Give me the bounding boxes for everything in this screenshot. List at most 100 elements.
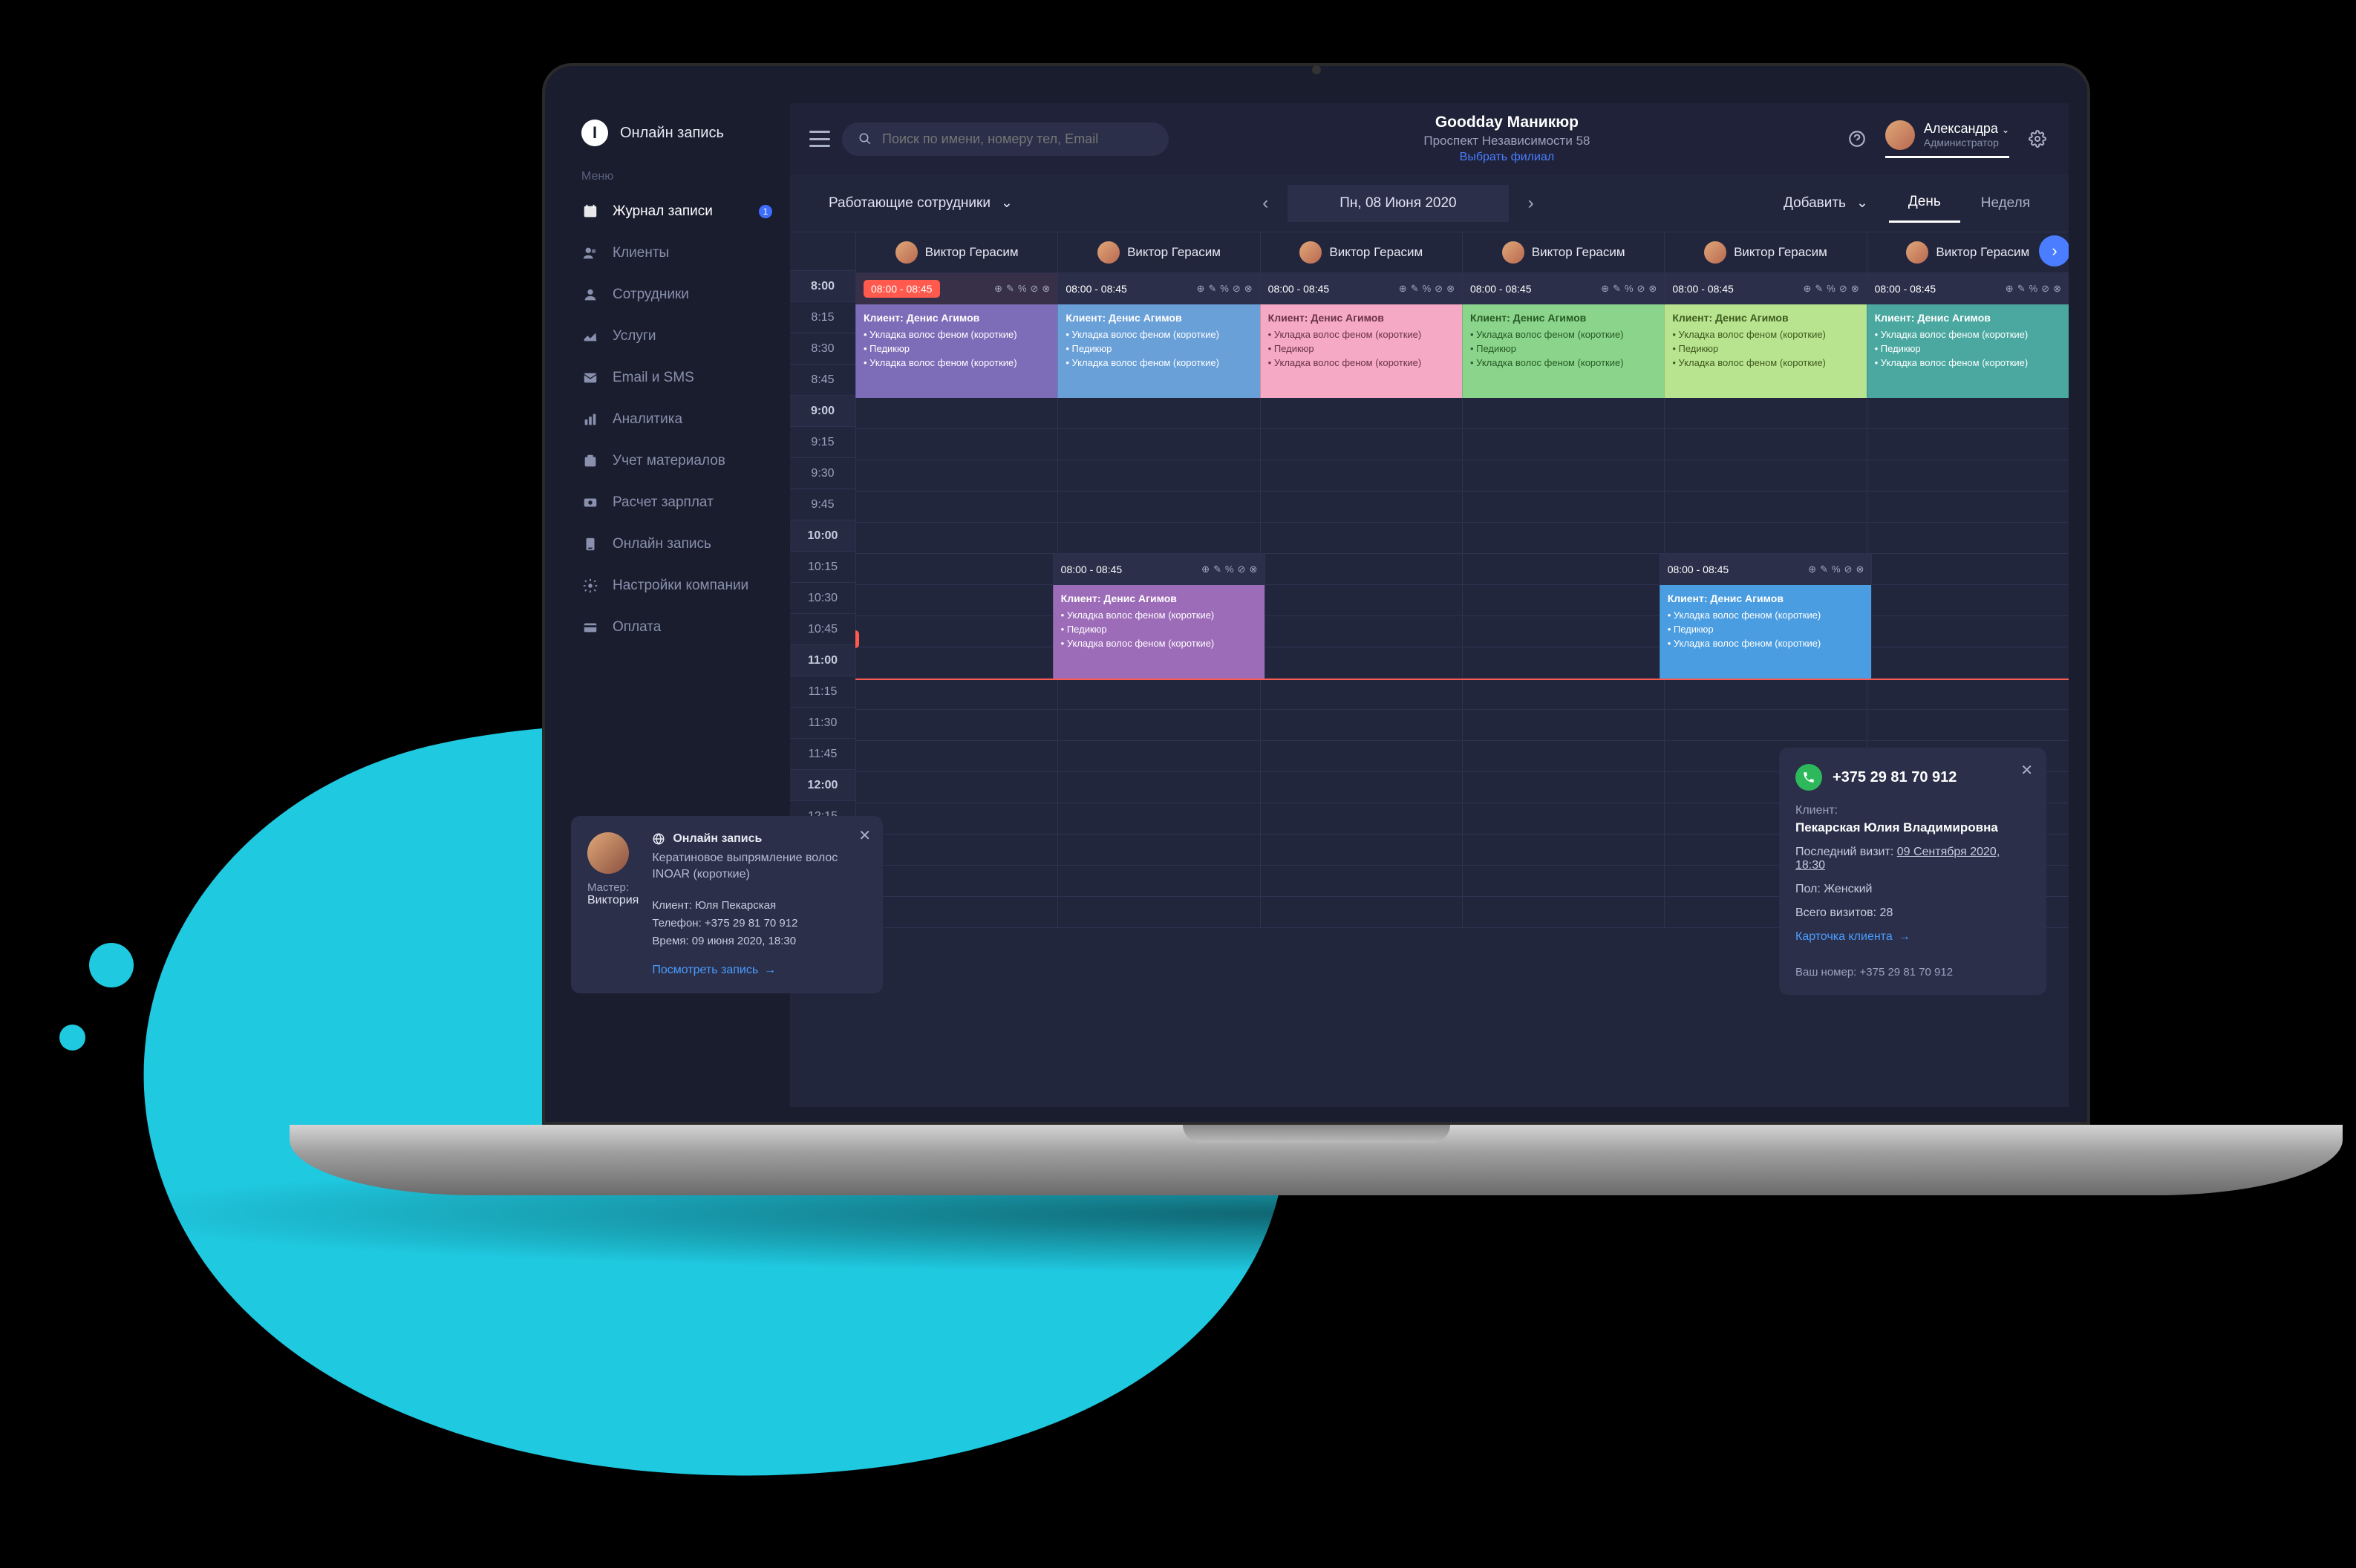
calendar-cell[interactable] — [855, 429, 1057, 460]
calendar-cell[interactable] — [1867, 398, 2069, 429]
search-box[interactable] — [842, 122, 1169, 156]
calendar-cell[interactable] — [855, 803, 1057, 834]
appointment-card[interactable]: Клиент: Денис Агимов• Укладка волос фено… — [1260, 304, 1462, 398]
user-menu[interactable]: Александра ⌄ Администратор — [1885, 120, 2009, 158]
appointment-time-header[interactable]: 08:00 - 08:45⊕✎%⊘⊗ — [1660, 554, 1872, 585]
appointment-card[interactable]: Клиент: Денис Агимов• Укладка волос фено… — [1462, 304, 1664, 398]
calendar-cell[interactable] — [1867, 460, 2069, 491]
calendar-cell[interactable] — [1462, 897, 1664, 928]
sidebar-item-analytics[interactable]: Аналитика — [564, 399, 790, 440]
calendar-cell[interactable] — [1057, 803, 1259, 834]
calendar-cell[interactable] — [1260, 897, 1462, 928]
calendar-cell[interactable] — [1260, 491, 1462, 523]
calendar-cell[interactable] — [1057, 866, 1259, 897]
calendar-cell[interactable] — [1462, 866, 1664, 897]
calendar-cell[interactable] — [1664, 710, 1866, 741]
calendar-cell[interactable] — [1664, 460, 1866, 491]
calendar-cell[interactable] — [1057, 897, 1259, 928]
sidebar-item-journal[interactable]: Журнал записи 1 — [564, 191, 790, 232]
calendar-cell[interactable] — [1867, 679, 2069, 710]
add-dropdown[interactable]: Добавить ⌄ — [1764, 186, 1887, 220]
staff-column-header[interactable]: Виктор Герасим — [1057, 232, 1259, 272]
appointment-card[interactable]: Клиент: Денис Агимов• Укладка волос фено… — [855, 304, 1057, 398]
appointment-time-header[interactable]: 08:00 - 08:45⊕✎%⊘⊗ — [855, 273, 1057, 304]
calendar-cell[interactable] — [1664, 398, 1866, 429]
calendar-cell[interactable] — [1057, 679, 1259, 710]
calendar-cell[interactable] — [1462, 834, 1664, 866]
staff-column-header[interactable]: Виктор Герасим — [1664, 232, 1866, 272]
calendar-cell[interactable] — [1260, 834, 1462, 866]
calendar-cell[interactable] — [1057, 429, 1259, 460]
client-card-link[interactable]: Карточка клиента→ — [1795, 930, 2030, 944]
appointment-card[interactable]: Клиент: Денис Агимов• Укладка волос фено… — [1664, 304, 1866, 398]
calendar-cell[interactable] — [1462, 585, 1660, 679]
staff-column-header[interactable]: Виктор Герасим — [1462, 232, 1664, 272]
calendar-cell[interactable] — [855, 585, 1053, 679]
calendar-cell[interactable] — [1057, 834, 1259, 866]
calendar-cell[interactable] — [1867, 429, 2069, 460]
appointment-card[interactable]: Клиент: Денис Агимов• Укладка волос фено… — [1053, 585, 1265, 679]
hamburger-menu[interactable] — [809, 131, 830, 147]
next-day-button[interactable]: › — [1509, 185, 1553, 222]
calendar-cell[interactable] — [855, 710, 1057, 741]
calendar-cell[interactable] — [1057, 491, 1259, 523]
calendar-cell[interactable] — [1057, 741, 1259, 772]
calendar-cell[interactable] — [1265, 554, 1462, 585]
appointment-time-header[interactable]: 08:00 - 08:45⊕✎%⊘⊗ — [1260, 273, 1462, 304]
calendar-cell[interactable] — [1260, 679, 1462, 710]
sidebar-item-salary[interactable]: Расчет зарплат — [564, 482, 790, 523]
calendar-cell[interactable] — [855, 741, 1057, 772]
calendar-cell[interactable] — [1260, 460, 1462, 491]
calendar-cell[interactable] — [1057, 460, 1259, 491]
calendar-cell[interactable] — [1057, 398, 1259, 429]
calendar-cell[interactable] — [1664, 679, 1866, 710]
staff-filter-dropdown[interactable]: Работающие сотрудники ⌄ — [809, 186, 1032, 220]
calendar-cell[interactable] — [1260, 803, 1462, 834]
calendar-cell[interactable] — [855, 679, 1057, 710]
help-icon[interactable] — [1845, 127, 1869, 151]
calendar-cell[interactable] — [1462, 803, 1664, 834]
gear-icon[interactable] — [2026, 127, 2049, 151]
view-appointment-link[interactable]: Посмотреть запись→ — [790, 964, 867, 977]
calendar-cell[interactable] — [855, 523, 1057, 554]
calendar-cell[interactable] — [1260, 866, 1462, 897]
calendar-cell[interactable] — [1462, 772, 1664, 803]
calendar-cell[interactable] — [1867, 523, 2069, 554]
calendar-cell[interactable] — [1260, 429, 1462, 460]
calendar-cell[interactable] — [855, 866, 1057, 897]
calendar-cell[interactable] — [1462, 491, 1664, 523]
appointment-card[interactable]: Клиент: Денис Агимов• Укладка волос фено… — [1660, 585, 1872, 679]
prev-day-button[interactable]: ‹ — [1243, 185, 1288, 222]
appointment-time-header[interactable]: 08:00 - 08:45⊕✎%⊘⊗ — [1664, 273, 1866, 304]
calendar-cell[interactable] — [1462, 429, 1664, 460]
calendar-cell[interactable] — [1260, 741, 1462, 772]
calendar-cell[interactable] — [1664, 523, 1866, 554]
calendar-cell[interactable] — [1260, 710, 1462, 741]
sidebar-item-services[interactable]: Услуги — [564, 316, 790, 357]
appointment-time-header[interactable]: 08:00 - 08:45⊕✎%⊘⊗ — [1867, 273, 2069, 304]
appointment-card[interactable]: Клиент: Денис Агимов• Укладка волос фено… — [1867, 304, 2069, 398]
calendar-cell[interactable] — [1871, 554, 2069, 585]
calendar-cell[interactable] — [1867, 491, 2069, 523]
sidebar-item-company-settings[interactable]: Настройки компании — [564, 565, 790, 607]
branch-link[interactable]: Выбрать филиал — [1181, 151, 1833, 164]
staff-column-header[interactable]: Виктор Герасим — [1260, 232, 1462, 272]
calendar-cell[interactable] — [1462, 741, 1664, 772]
calendar-cell[interactable] — [1462, 460, 1664, 491]
calendar-cell[interactable] — [855, 460, 1057, 491]
calendar-cell[interactable] — [855, 398, 1057, 429]
appointment-card[interactable]: Клиент: Денис Агимов• Укладка волос фено… — [1057, 304, 1259, 398]
calendar-cell[interactable] — [1462, 554, 1660, 585]
sidebar-item-materials[interactable]: Учет материалов — [564, 440, 790, 482]
close-popover-button[interactable]: ✕ — [858, 826, 871, 845]
calendar-cell[interactable] — [1664, 429, 1866, 460]
appointment-time-header[interactable]: 08:00 - 08:45⊕✎%⊘⊗ — [1057, 273, 1259, 304]
calendar-cell[interactable] — [1057, 523, 1259, 554]
calendar-cell[interactable] — [855, 772, 1057, 803]
calendar-cell[interactable] — [1867, 710, 2069, 741]
scroll-right-button[interactable]: › — [2039, 235, 2069, 267]
calendar-cell[interactable] — [1260, 523, 1462, 554]
sidebar-item-email-sms[interactable]: Email и SMS — [564, 357, 790, 399]
calendar-cell[interactable] — [1057, 772, 1259, 803]
appointment-time-header[interactable]: 08:00 - 08:45⊕✎%⊘⊗ — [1462, 273, 1664, 304]
